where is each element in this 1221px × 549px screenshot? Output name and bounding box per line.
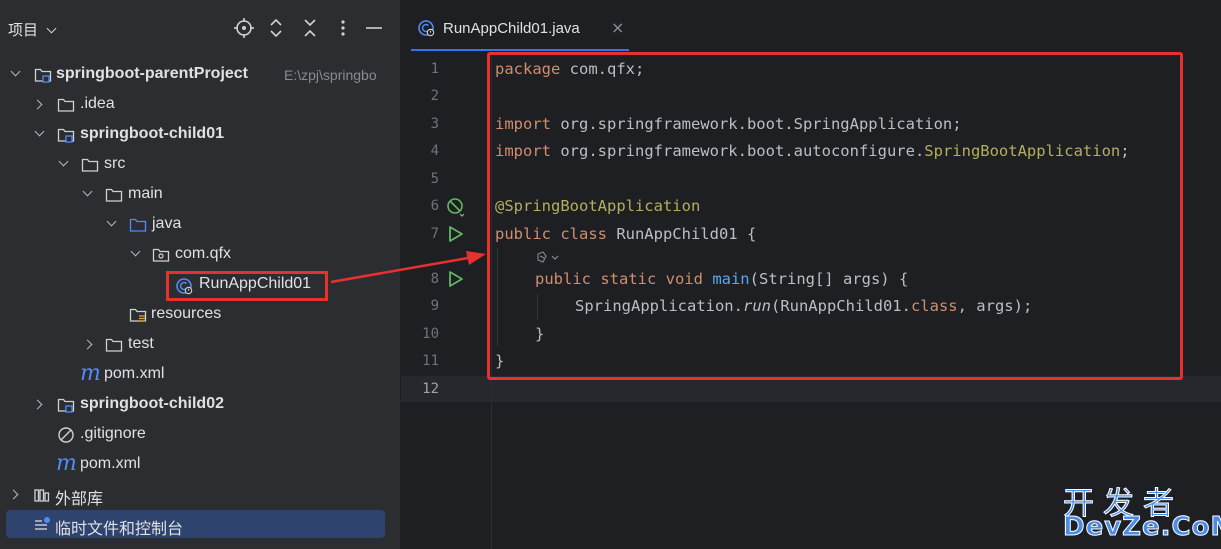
maven-icon: m (80, 361, 101, 386)
chevron-collapsed-icon[interactable] (82, 339, 93, 350)
module-folder-icon (57, 398, 75, 413)
tree-node-scratches-consoles[interactable]: 临时文件和控制台 (0, 511, 400, 539)
tree-node-label: java (152, 215, 182, 232)
chevron-collapsed-icon[interactable] (8, 489, 19, 500)
maven-icon: m (56, 451, 77, 476)
line-number: 8 (430, 271, 439, 287)
spring-boot-class-icon (418, 20, 435, 37)
chevron-collapsed-icon[interactable] (32, 399, 43, 410)
source-folder-icon (129, 218, 147, 232)
folder-icon (105, 338, 123, 352)
line-number: 1 (430, 61, 439, 77)
annotation-highlight-box (166, 271, 328, 301)
tree-node-com-qfx[interactable]: com.qfx (0, 241, 400, 269)
tree-node-label: resources (151, 305, 222, 322)
tree-node-label: .gitignore (80, 425, 146, 442)
tree-node-springboot-child02[interactable]: springboot-child02 (0, 391, 400, 419)
package-icon (152, 248, 170, 262)
tree-node-label: springboot-child01 (80, 125, 224, 142)
resources-folder-icon (129, 308, 147, 322)
tree-node-label: springboot-child02 (80, 395, 224, 412)
close-icon[interactable]: × (611, 18, 624, 37)
tree-node-parent-pom[interactable]: m pom.xml (0, 451, 400, 479)
folder-icon (81, 158, 99, 172)
module-path-hint: E:\zpj\springbo (284, 67, 377, 83)
module-folder-icon (57, 128, 75, 143)
scratches-icon (35, 517, 50, 530)
tree-node-src[interactable]: src (0, 151, 400, 179)
line-number: 2 (430, 88, 439, 104)
tree-node-test[interactable]: test (0, 331, 400, 359)
ignore-file-icon (58, 427, 74, 443)
tree-node-label: src (104, 155, 126, 172)
project-pane-title[interactable]: 项目 (8, 19, 38, 40)
spring-bean-icon[interactable] (446, 197, 466, 217)
folder-icon (57, 98, 75, 112)
tree-node-label: pom.xml (80, 455, 141, 472)
tree-node-springboot-child01[interactable]: springboot-child01 (0, 121, 400, 149)
line-number: 11 (422, 353, 439, 369)
tree-node-external-libraries[interactable]: 外部库 (0, 481, 400, 509)
tree-node-label: test (128, 335, 154, 352)
tree-node-label: main (128, 185, 163, 202)
folder-icon (105, 188, 123, 202)
chevron-expanded-icon[interactable] (10, 66, 21, 77)
minimize-icon[interactable] (363, 17, 385, 39)
run-icon[interactable] (447, 270, 465, 288)
line-number: 9 (430, 298, 439, 314)
active-tab-indicator (411, 49, 629, 51)
line-number: 6 (430, 198, 439, 214)
tree-node-child-pom[interactable]: m pom.xml (0, 361, 400, 389)
watermark-en-text: DevZe.CoM (1062, 512, 1221, 543)
editor-tab-label: RunAppChild01.java (443, 20, 580, 37)
run-icon[interactable] (447, 225, 465, 243)
annotation-code-box (487, 52, 1183, 380)
chevron-down-icon[interactable] (46, 23, 57, 34)
library-icon (34, 489, 50, 502)
tree-node-label: 外部库 (55, 491, 104, 508)
line-number: 7 (430, 226, 439, 242)
tree-node-label: 临时文件和控制台 (55, 521, 184, 538)
line-number: 4 (430, 143, 439, 159)
chevron-expanded-icon[interactable] (34, 126, 45, 137)
more-vertical-icon[interactable] (332, 17, 354, 39)
chevron-expanded-icon[interactable] (82, 186, 93, 197)
tree-node-gitignore[interactable]: .gitignore (0, 421, 400, 449)
line-number: 12 (422, 381, 439, 397)
tree-node-java[interactable]: java (0, 211, 400, 239)
tree-node-label: pom.xml (104, 365, 165, 382)
code-editor[interactable]: RunAppChild01.java × 1 2 3 4 5 6 7 8 9 1… (401, 0, 1221, 549)
tree-node-label: springboot-parentProject (56, 65, 249, 82)
tree-node-label: .idea (80, 95, 115, 112)
module-folder-icon (34, 68, 52, 83)
chevron-collapsed-icon[interactable] (32, 99, 43, 110)
project-tool-window: 项目 springboot-parentProject E:\zpj\sprin… (0, 0, 400, 549)
chevron-expanded-icon[interactable] (130, 246, 141, 257)
tree-node-resources[interactable]: resources (0, 301, 400, 329)
project-pane-header: 项目 (0, 0, 400, 56)
collapse-all-icon[interactable] (299, 17, 321, 39)
line-number: 3 (430, 116, 439, 132)
chevron-expanded-icon[interactable] (58, 156, 69, 167)
expand-collapse-icon[interactable] (265, 17, 287, 39)
tree-node-springboot-parentproject[interactable]: springboot-parentProject E:\zpj\springbo (0, 61, 400, 89)
tree-node-label: com.qfx (175, 245, 232, 262)
editor-tab-bar: RunAppChild01.java × (401, 0, 1221, 52)
target-icon[interactable] (233, 17, 255, 39)
tree-node-idea[interactable]: .idea (0, 91, 400, 119)
chevron-expanded-icon[interactable] (106, 216, 117, 227)
line-number: 5 (430, 171, 439, 187)
tree-node-main[interactable]: main (0, 181, 400, 209)
line-number: 10 (422, 326, 439, 342)
